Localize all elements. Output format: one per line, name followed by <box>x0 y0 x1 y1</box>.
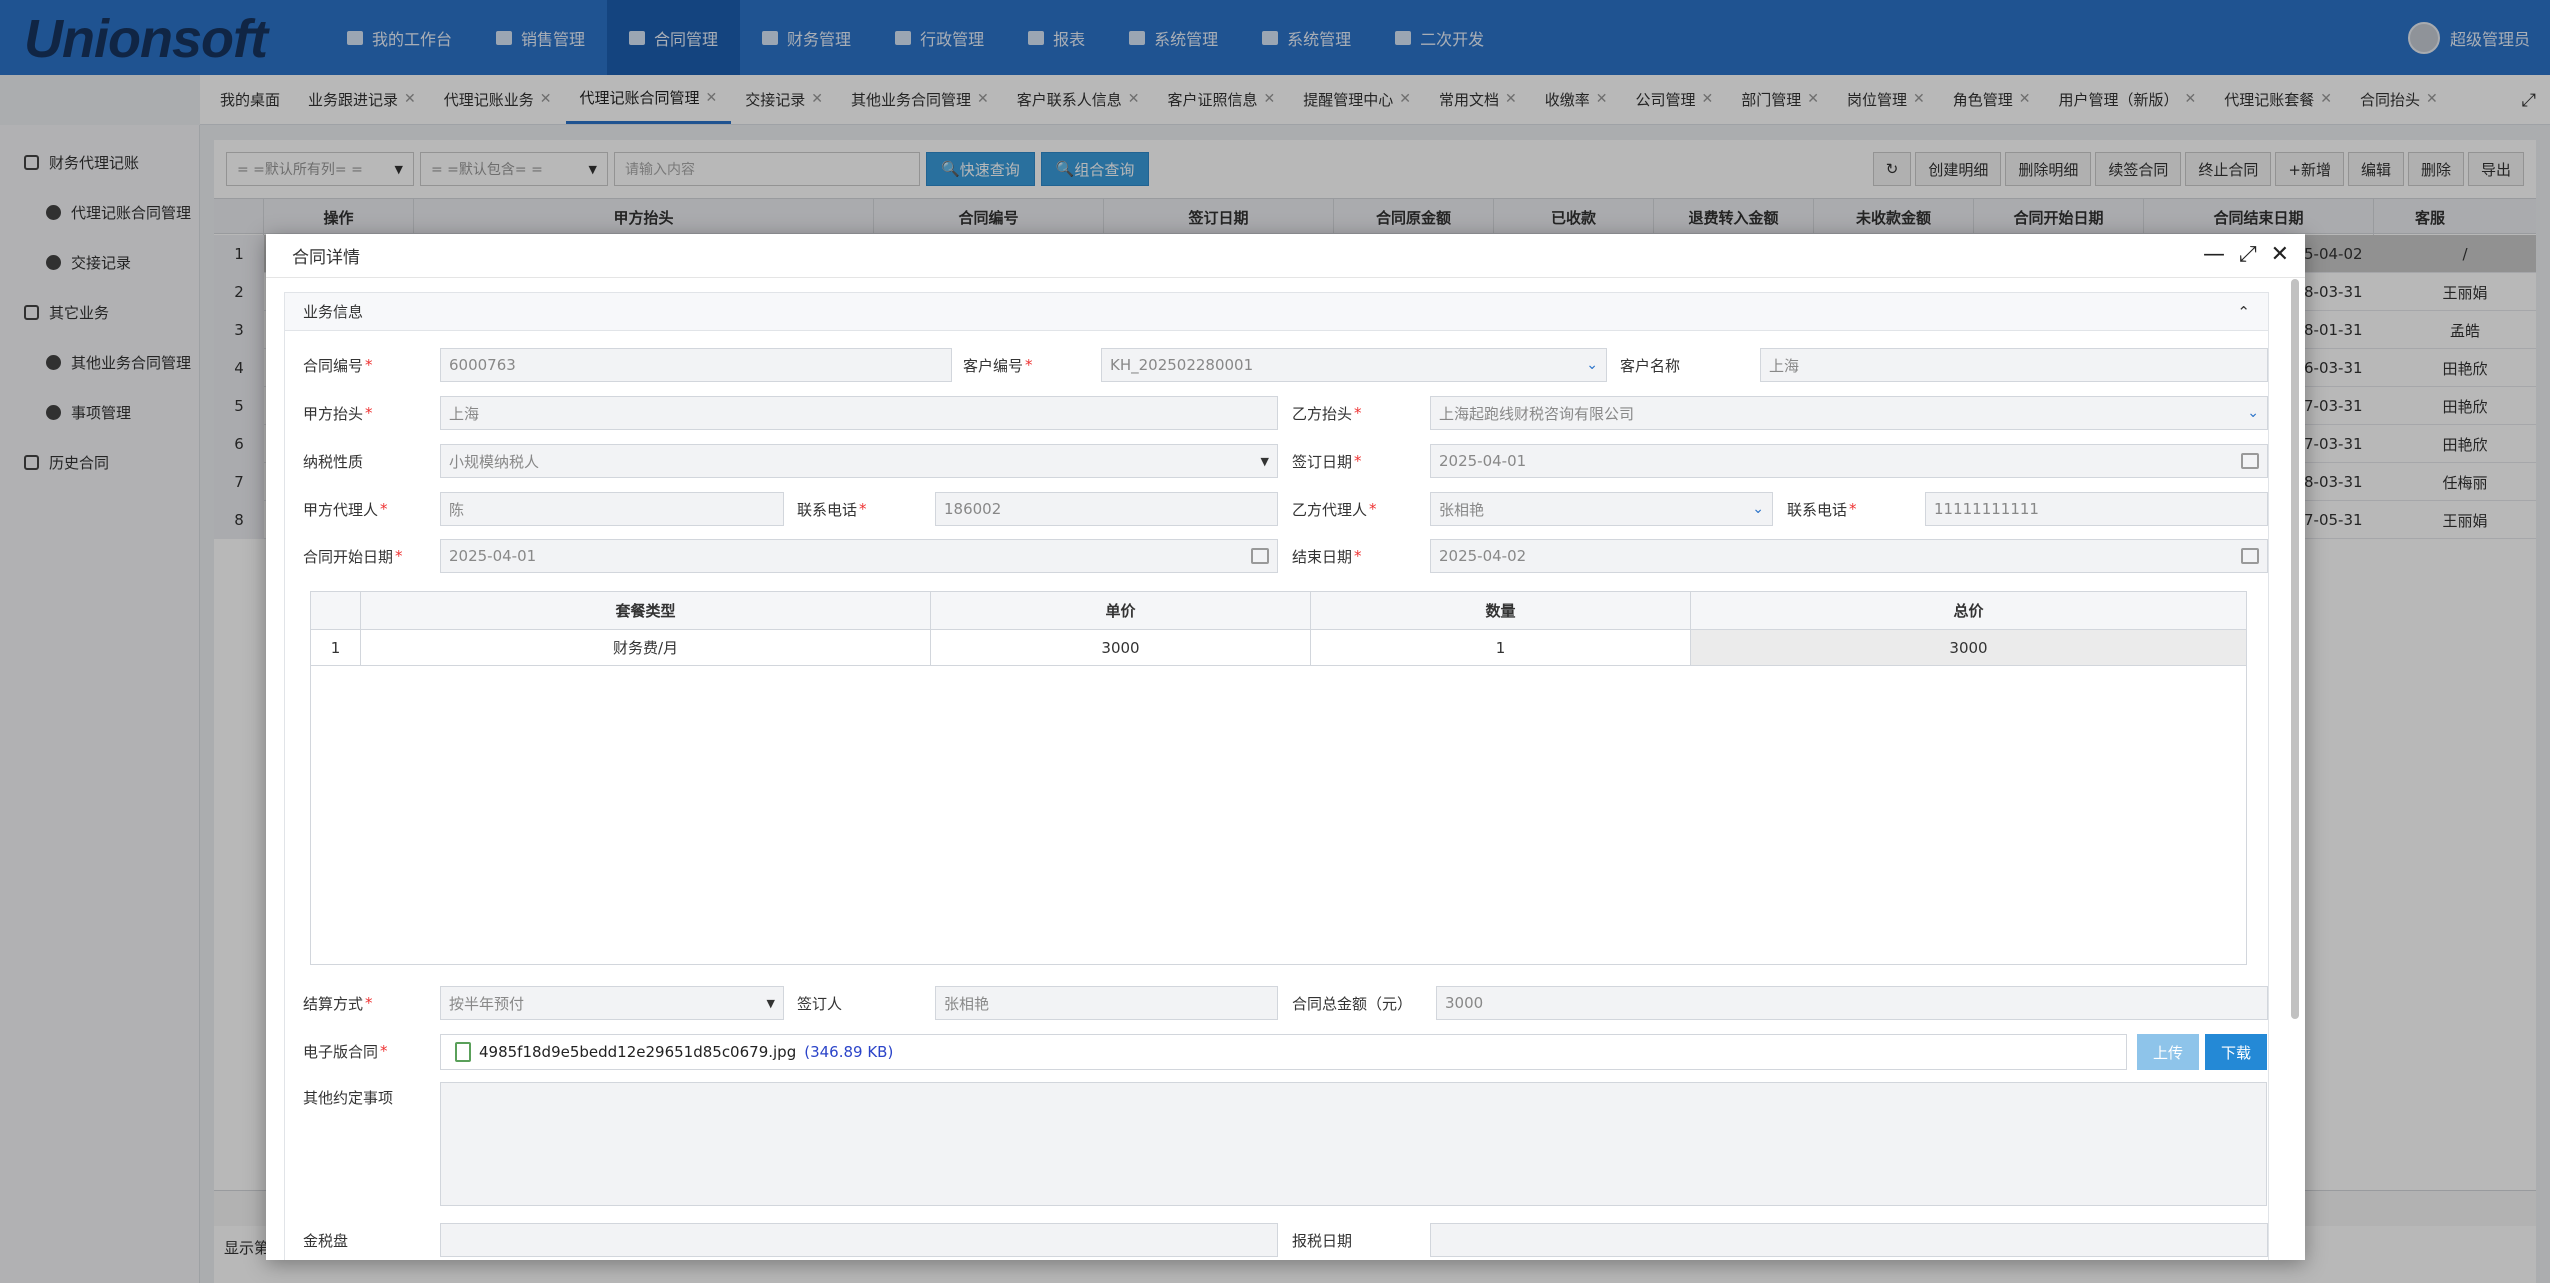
caret-down-icon: ▼ <box>1260 454 1269 468</box>
contract-no-field[interactable]: 6000763 <box>440 348 952 382</box>
close-icon[interactable]: ✕ <box>2271 242 2289 267</box>
customer-no-label: 客户编号 * <box>963 356 1033 375</box>
modal-body: 业务信息 ⌃ 合同编号 * 6000763 客户编号 * KH_20250228000… <box>284 292 2269 1260</box>
end-date-label: 结束日期 * <box>1292 547 1362 566</box>
caret-down-icon: ▼ <box>766 996 775 1010</box>
col-total: 总价 <box>1953 602 1984 620</box>
chevron-up-icon[interactable]: ⌃ <box>2237 303 2250 321</box>
b-agent-label: 乙方代理人 * <box>1292 500 1377 519</box>
download-button[interactable]: 下载 <box>2205 1034 2267 1070</box>
tax-type-label: 纳税性质 <box>303 452 364 471</box>
chevron-down-icon: ⌄ <box>2247 405 2259 421</box>
customer-name-label: 客户名称 <box>1620 356 1681 375</box>
party-a-field[interactable]: 上海 <box>440 396 1278 430</box>
table-row[interactable]: 1 财务费/月 3000 1 3000 <box>311 630 2246 666</box>
sign-date-field[interactable]: 2025-04-01 <box>1430 444 2268 478</box>
tax-date-label: 报税日期 <box>1292 1231 1353 1250</box>
econtract-file[interactable]: 4985f18d9e5bedd12e29651d85c0679.jpg (346… <box>440 1034 2127 1070</box>
upload-button[interactable]: 上传 <box>2137 1034 2199 1070</box>
maximize-icon[interactable]: ⤢ <box>2239 242 2257 267</box>
party-a-label: 甲方抬头 * <box>303 404 373 423</box>
package-table-header: 套餐类型 单价 数量 总价 <box>311 592 2246 630</box>
b-phone-field[interactable]: 11111111111 <box>1925 492 2268 526</box>
other-terms-textarea[interactable] <box>440 1082 2267 1206</box>
other-terms-label: 其他约定事项 <box>303 1088 394 1107</box>
b-agent-select[interactable]: 张相艳 ⌄ <box>1430 492 1773 526</box>
tax-disk-field[interactable] <box>440 1223 1278 1257</box>
calendar-icon[interactable] <box>1251 548 1269 564</box>
signer-label: 签订人 <box>797 994 843 1013</box>
contract-detail-modal: 合同详情 — ⤢ ✕ 业务信息 ⌃ 合同编号 * 6000763 客户编号 * KH_… <box>266 234 2305 1260</box>
tax-disk-label: 金税盘 <box>303 1231 349 1250</box>
customer-no-select[interactable]: KH_202502280001 ⌄ <box>1101 348 1607 382</box>
start-date-field[interactable]: 2025-04-01 <box>440 539 1278 573</box>
b-phone-label: 联系电话 * <box>1787 500 1857 519</box>
a-phone-field[interactable]: 186002 <box>935 492 1278 526</box>
sign-date-label: 签订日期 * <box>1292 452 1362 471</box>
settle-select[interactable]: 按半年预付 ▼ <box>440 986 784 1020</box>
modal-controls: — ⤢ ✕ <box>2203 242 2289 267</box>
col-qty: 数量 <box>1311 592 1691 629</box>
minimize-icon[interactable]: — <box>2203 242 2225 267</box>
party-b-label: 乙方抬头 * <box>1292 404 1362 423</box>
section-header[interactable]: 业务信息 ⌃ <box>285 293 2268 331</box>
col-type: 套餐类型 <box>361 592 931 629</box>
customer-name-field[interactable]: 上海 <box>1760 348 2268 382</box>
tax-date-field[interactable] <box>1430 1223 2268 1257</box>
col-index <box>311 592 361 629</box>
modal-scrollbar[interactable] <box>2291 279 2299 1019</box>
a-phone-label: 联系电话 * <box>797 500 867 519</box>
settle-label: 结算方式 * <box>303 994 373 1013</box>
a-agent-field[interactable]: 陈 <box>440 492 784 526</box>
a-agent-label: 甲方代理人 * <box>303 500 388 519</box>
calendar-icon[interactable] <box>2241 548 2259 564</box>
signer-field[interactable]: 张相艳 <box>935 986 1278 1020</box>
package-table: 套餐类型 单价 数量 总价 1 财务费/月 3000 1 3000 <box>310 591 2247 965</box>
tax-type-select[interactable]: 小规模纳税人 ▼ <box>440 444 1278 478</box>
end-date-field[interactable]: 2025-04-02 <box>1430 539 2268 573</box>
party-b-select[interactable]: 上海起跑线财税咨询有限公司 ⌄ <box>1430 396 2268 430</box>
contract-no-label: 合同编号 * <box>303 356 373 375</box>
chevron-down-icon: ⌄ <box>1586 357 1598 373</box>
image-file-icon <box>455 1042 471 1062</box>
modal-title: 合同详情 <box>266 234 2305 278</box>
col-price: 单价 <box>931 592 1311 629</box>
total-label: 合同总金额（元） <box>1292 994 1413 1013</box>
business-info-section: 业务信息 ⌃ 合同编号 * 6000763 客户编号 * KH_20250228000… <box>284 292 2269 1260</box>
econtract-label: 电子版合同 * <box>303 1042 388 1061</box>
calendar-icon[interactable] <box>2241 453 2259 469</box>
start-date-label: 合同开始日期 * <box>303 547 403 566</box>
chevron-down-icon: ⌄ <box>1752 501 1764 517</box>
total-field[interactable]: 3000 <box>1436 986 2268 1020</box>
